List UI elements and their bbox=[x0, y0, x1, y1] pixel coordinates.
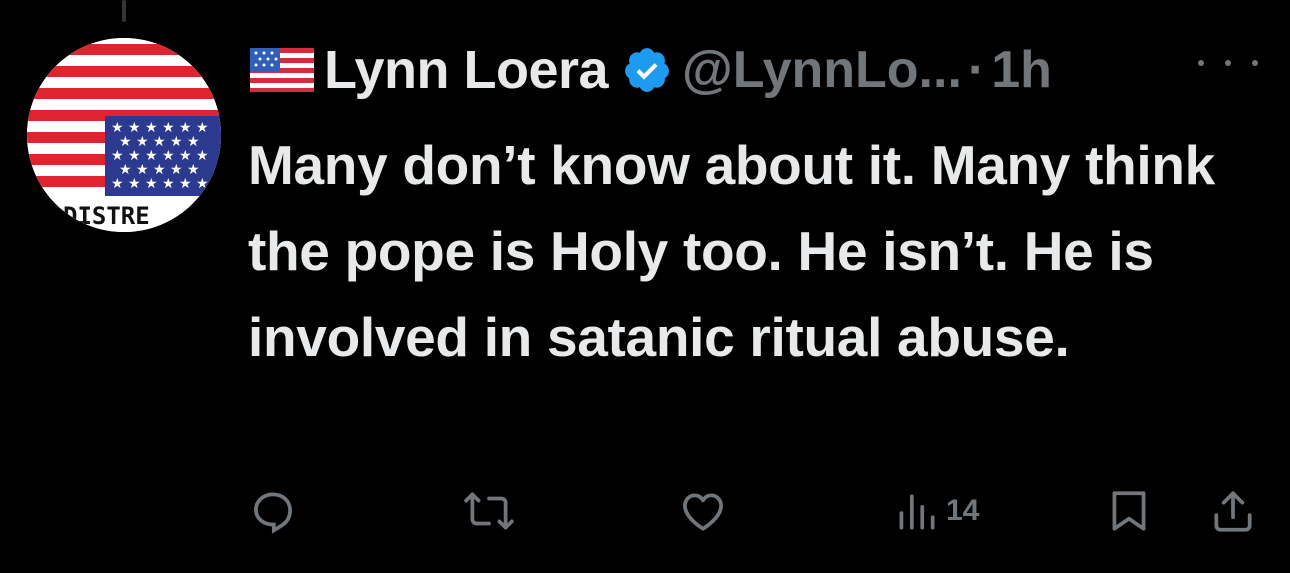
us-flag-emoji-icon bbox=[250, 48, 314, 92]
bookmark-icon bbox=[1112, 491, 1146, 531]
tweet-timestamp[interactable]: 1h bbox=[991, 40, 1052, 100]
repost-icon bbox=[464, 492, 514, 530]
verified-badge-icon[interactable] bbox=[622, 45, 672, 95]
share-icon bbox=[1214, 491, 1252, 532]
like-button[interactable] bbox=[678, 486, 728, 536]
views-count: 14 bbox=[946, 494, 980, 527]
share-button[interactable] bbox=[1208, 486, 1258, 536]
avatar[interactable]: ★ ★ ★ ★ ★ ★ ★ ★ ★ ★ ★ ★ ★ ★ ★ ★ ★ ★ ★ ★ … bbox=[27, 38, 221, 232]
thread-connector-line bbox=[122, 0, 126, 22]
reply-icon bbox=[254, 492, 292, 534]
bookmark-button[interactable] bbox=[1104, 486, 1154, 536]
heart-icon bbox=[683, 493, 723, 531]
separator-dot: · bbox=[967, 41, 986, 99]
tweet-text: Many don’t know about it. Many think the… bbox=[248, 134, 1215, 368]
author-display-name[interactable]: Lynn Loera bbox=[324, 39, 609, 101]
svg-text:★ ★ ★ ★ ★ ★: ★ ★ ★ ★ ★ ★ bbox=[111, 176, 209, 192]
views-button[interactable]: 14 bbox=[894, 486, 979, 536]
avatar-caption: DISTRE bbox=[63, 202, 150, 230]
repost-button[interactable] bbox=[462, 486, 516, 536]
author-handle[interactable]: @LynnLo... bbox=[682, 40, 962, 100]
more-options-icon[interactable] bbox=[1198, 48, 1258, 78]
tweet-header: Lynn Loera @LynnLo... · 1h bbox=[250, 38, 1052, 102]
upside-down-flag-avatar-icon: ★ ★ ★ ★ ★ ★ ★ ★ ★ ★ ★ ★ ★ ★ ★ ★ ★ ★ ★ ★ … bbox=[27, 38, 221, 232]
reply-button[interactable] bbox=[248, 486, 298, 536]
analytics-icon bbox=[899, 494, 935, 530]
